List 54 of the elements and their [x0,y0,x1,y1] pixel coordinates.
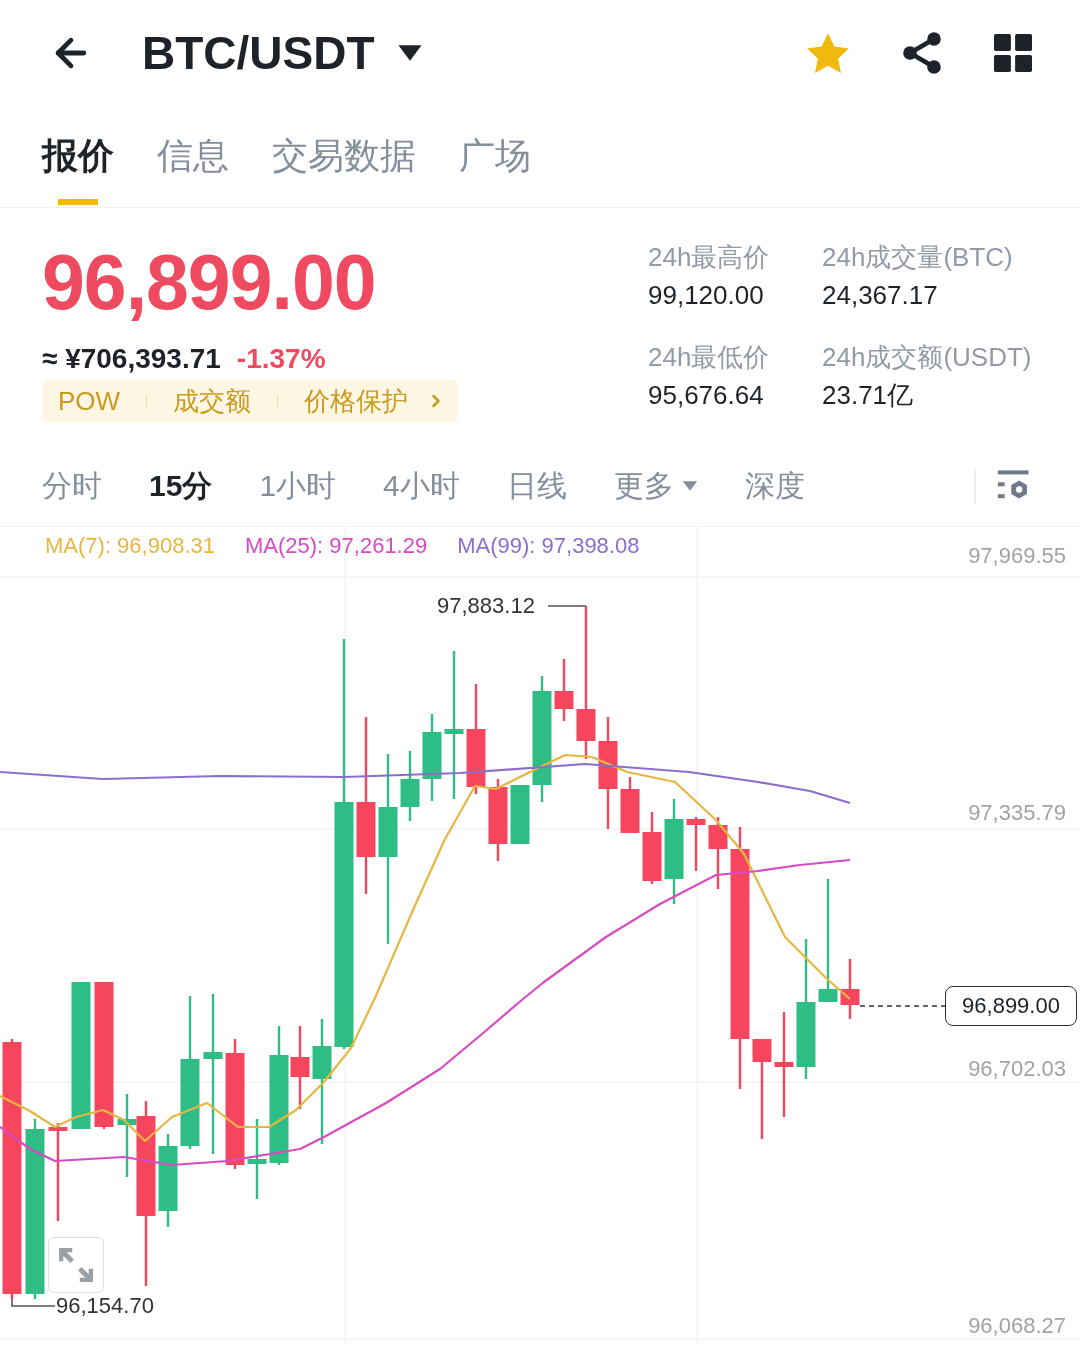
last-price: 96,899.00 [42,244,376,321]
candle [554,659,574,721]
interval-tab[interactable]: 深度 [744,471,805,501]
stat-value: 23.71亿 [822,382,915,408]
stat-label: 24h成交额(USDT) [822,344,1032,370]
candle [840,959,860,1019]
interval-tab[interactable]: 1小时 [259,471,337,501]
star-icon[interactable] [806,31,850,74]
price-axis-label: 96,068.27 [968,1315,1066,1338]
pair-selector[interactable]: BTC/USDT [142,29,423,76]
moving-average-value: MA(25): 97,261.29 [245,535,428,557]
leader-line [11,1298,56,1307]
tab[interactable]: 报价 [42,138,114,205]
grid-icon[interactable] [994,33,1032,72]
candle [642,812,662,884]
interval-tab[interactable]: 4小时 [383,471,460,501]
stat-label: 24h最低价 [648,344,771,370]
last-price-tag: 96,899.00 [945,986,1077,1026]
stat-value: 95,676.64 [648,382,765,408]
fiat-price: ≈ ¥706,393.71 [42,345,221,373]
expand-icon [59,1248,93,1282]
stat-value: 24,367.17 [822,282,939,308]
moving-average-value: MA(7): 96,908.31 [45,535,215,557]
tab[interactable]: 信息 [157,138,229,205]
tag-label: POW [58,388,121,414]
tab[interactable]: 交易数据 [272,138,416,205]
stat-label: 24h成交量(BTC) [822,244,1014,270]
price-axis-label: 97,969.55 [968,545,1066,567]
stat-value: 99,120.00 [648,282,765,308]
candle [510,785,530,844]
interval-tab[interactable]: 日线 [506,471,567,501]
stat-label: 24h最高价 [648,244,771,270]
leader-line [547,605,587,607]
price-axis-label: 97,335.79 [968,801,1066,824]
price-axis-label: 96,702.03 [968,1058,1066,1081]
tag-label: 成交额 [173,388,252,414]
caret-down-icon [396,43,423,62]
tab[interactable]: 广场 [459,138,531,205]
candle [686,817,706,871]
tag-label: 价格保护 [304,388,409,414]
candle [400,751,420,821]
high-price-label: 97,883.12 [437,595,535,617]
more-dropdown[interactable]: 更多 [613,471,698,501]
candle [708,817,728,889]
tag-bar[interactable]: POW 成交额 价格保护 [42,380,459,422]
expand-button[interactable] [48,1237,104,1293]
share-icon[interactable] [902,31,942,74]
candle [620,777,640,833]
interval-tab[interactable]: 15分 [149,471,213,501]
moving-average-value: MA(99): 97,398.08 [457,535,640,557]
price-change: -1.37% [236,345,326,373]
low-price-label: 96,154.70 [56,1295,154,1317]
interval-tab[interactable]: 分时 [42,471,102,501]
caret-down-icon [681,480,698,492]
